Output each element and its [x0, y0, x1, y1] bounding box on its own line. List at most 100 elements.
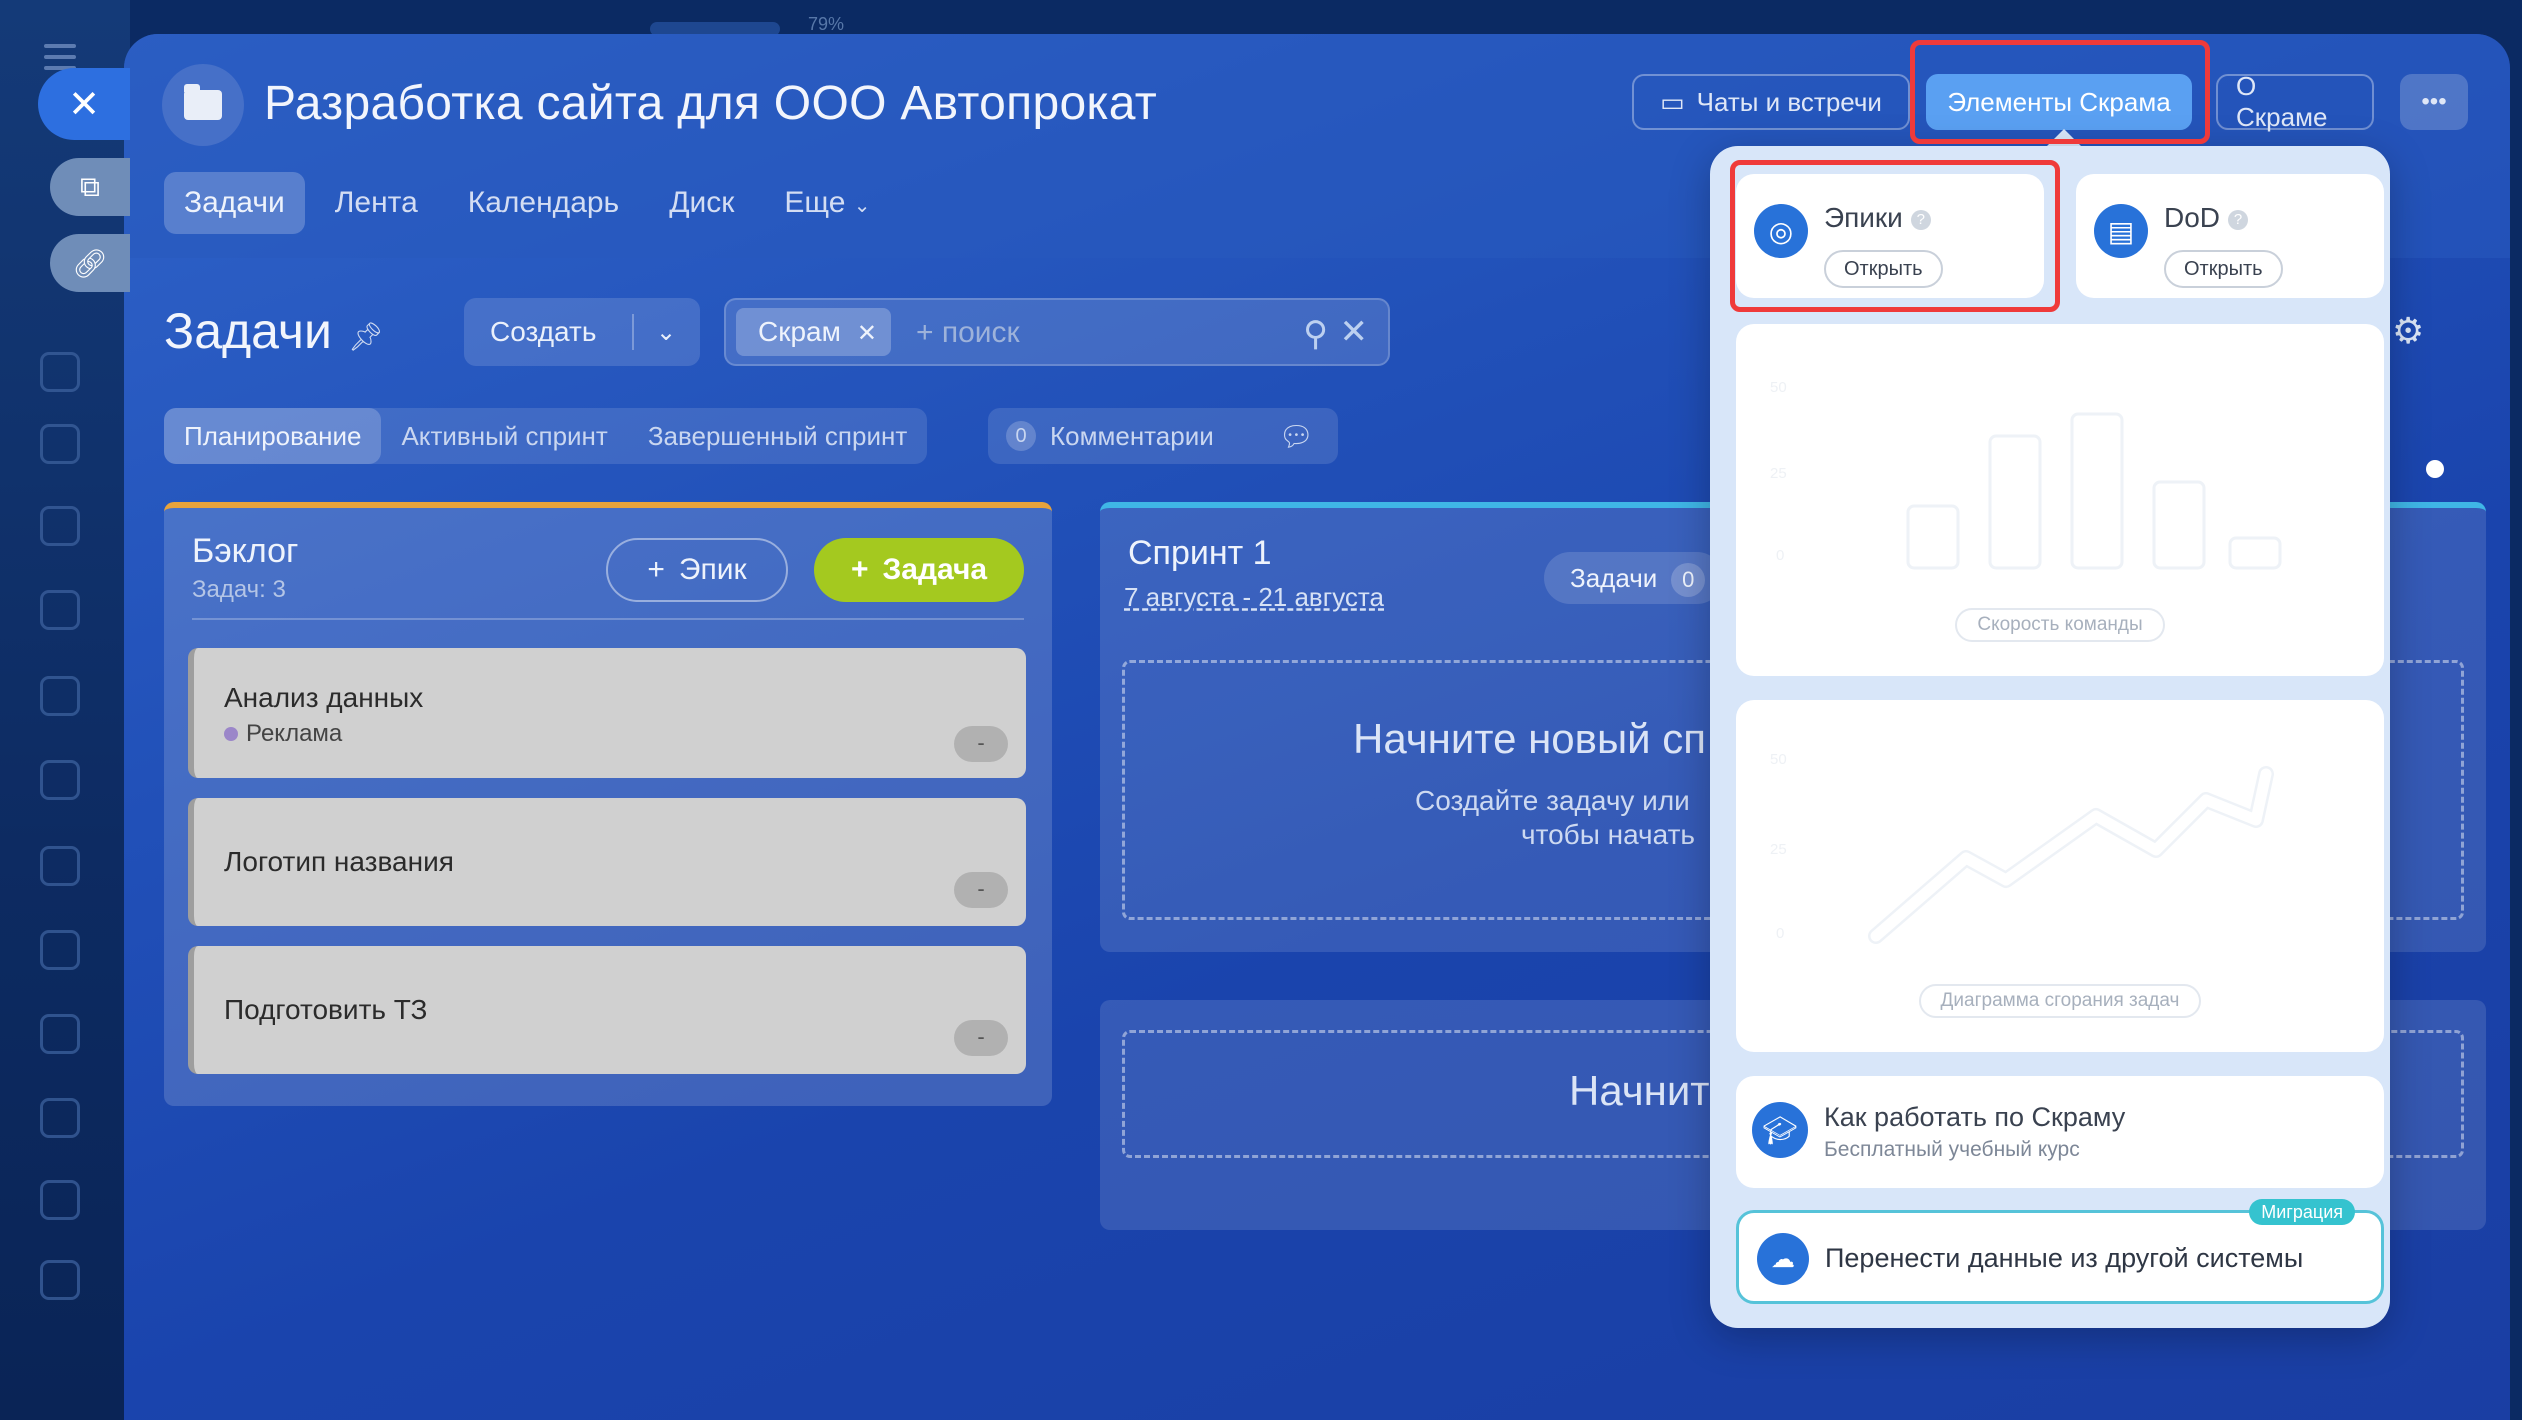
graduation-cap-icon: 🎓︎ [1752, 1102, 1808, 1158]
dod-card[interactable]: ▤ DoD? Открыть [2076, 174, 2384, 298]
chart-bar [2152, 480, 2206, 570]
chart-tick: 0 [1776, 547, 1784, 564]
chats-meetings-button[interactable]: ▭ Чаты и встречи [1632, 74, 1910, 130]
search-icon[interactable]: ⚲ [1303, 314, 1328, 354]
burndown-label: Диаграмма сгорания задач [1736, 984, 2384, 1018]
sprint-tasks-badge: Задачи 0 [1544, 552, 1724, 604]
video-camera-icon: ▭ [1660, 86, 1685, 117]
contacts-icon[interactable] [40, 930, 80, 970]
settings-gear-icon[interactable]: ⚙ [2392, 310, 2424, 352]
task-card[interactable]: Подготовить ТЗ - [188, 946, 1026, 1074]
edit-icon[interactable] [40, 1014, 80, 1054]
remove-filter-icon[interactable]: ✕ [857, 320, 877, 347]
backlog-count: Задач: 3 [192, 576, 286, 603]
open-dod-button[interactable]: Открыть [2164, 250, 2283, 288]
task-card[interactable]: Анализ данных Реклама - [188, 648, 1026, 778]
chart-bar [1988, 434, 2042, 570]
open-in-new-window-button[interactable]: ⧉ [50, 158, 130, 216]
chart-bar [1906, 504, 1960, 570]
task-title: Анализ данных [224, 682, 424, 713]
about-scrum-button[interactable]: О Скраме [2216, 71, 2374, 132]
add-epic-button[interactable]: + Эпик [606, 538, 788, 602]
calendar-icon[interactable] [40, 590, 80, 630]
close-slider-button[interactable]: ✕ [38, 68, 130, 140]
tab-active-sprint[interactable]: Активный спринт [381, 408, 627, 464]
burndown-line [1870, 768, 2272, 942]
chart-tick: 0 [1776, 925, 1784, 942]
task-title: Логотип названия [224, 846, 454, 877]
burndown-card[interactable]: 50 25 0 Диаграмма сгорания задач [1736, 700, 2384, 1052]
nav-icon[interactable] [40, 506, 80, 546]
add-task-button[interactable]: + Задача [814, 538, 1024, 602]
story-points-badge[interactable]: - [954, 726, 1008, 762]
sprint-dates[interactable]: 7 августа - 21 августа [1124, 582, 1384, 613]
external-link-icon: ⧉ [80, 170, 100, 202]
story-points-badge[interactable]: - [954, 872, 1008, 908]
chevron-down-icon[interactable]: ⌄ [634, 318, 676, 347]
chart-tick: 25 [1770, 465, 1787, 482]
create-button[interactable]: Создать ⌄ [464, 298, 700, 366]
task-card[interactable]: Логотип названия - [188, 798, 1026, 926]
story-points-badge[interactable]: - [954, 1020, 1008, 1056]
course-title: Как работать по Скраму [1824, 1102, 2126, 1132]
link-icon: 🔗︎ [72, 247, 108, 279]
tab-more[interactable]: Еще ⌄ [764, 172, 890, 234]
course-subtitle: Бесплатный учебный курс [1824, 1138, 2080, 1161]
chart-tick: 50 [1770, 751, 1787, 768]
backlog-title: Бэклог [192, 532, 299, 570]
migrate-data-card[interactable]: ☁ Перенести данные из другой системы Миг… [1736, 1199, 2384, 1304]
highlight-frame [1730, 160, 2060, 312]
nav-icon[interactable] [40, 760, 80, 800]
chart-tick: 25 [1770, 841, 1787, 858]
tab-feed[interactable]: Лента [315, 172, 438, 234]
copy-link-button[interactable]: 🔗︎ [50, 234, 130, 292]
migrate-title: Перенести данные из другой системы [1825, 1243, 2304, 1273]
section-title: Задачи [164, 303, 332, 359]
folder-icon [184, 84, 222, 120]
plus-icon: + [850, 553, 869, 586]
divider [192, 618, 1024, 620]
highlight-frame [1910, 40, 2210, 144]
more-button[interactable]: ••• [2400, 74, 2468, 130]
sprint-title[interactable]: Спринт 1 [1128, 534, 1272, 573]
backlog-column: Бэклог Задач: 3 + Эпик + Задача Анализ дан… [164, 502, 1052, 1106]
chart-bar [2070, 412, 2124, 570]
search-input[interactable]: Скрам ✕ + поиск ⚲ ✕ [724, 298, 1390, 366]
chart-bar [2228, 536, 2282, 570]
nav-icon[interactable] [40, 424, 80, 464]
migration-tag: Миграция [2249, 1199, 2355, 1225]
comments-count: 0 [1006, 421, 1036, 451]
team-velocity-card[interactable]: 50 25 0 Скорость команды [1736, 324, 2384, 676]
tab-disk[interactable]: Диск [649, 172, 754, 234]
scrum-elements-popup: ◎ Эпики? Открыть ▤ DoD? Открыть 50 25 0 … [1710, 146, 2390, 1328]
nav-icon[interactable] [40, 1260, 80, 1300]
toggle-knob[interactable] [2426, 460, 2444, 478]
chat-bubbles-icon: 💬︎ [1278, 421, 1314, 452]
comments-button[interactable]: 0 Комментарии 💬︎ [988, 408, 1338, 464]
main-tabs: Задачи Лента Календарь Диск Еще ⌄ [164, 172, 891, 234]
task-title: Подготовить ТЗ [224, 994, 428, 1025]
tab-tasks[interactable]: Задачи [164, 172, 305, 234]
search-placeholder: + поиск [916, 316, 1020, 349]
tab-planning[interactable]: Планирование [164, 408, 382, 464]
page-title: Разработка сайта для ООО Автопрокат [264, 77, 1158, 130]
scrum-course-card[interactable]: 🎓︎ Как работать по Скраму Бесплатный уче… [1736, 1076, 2384, 1188]
nav-icon[interactable] [40, 1180, 80, 1220]
book-icon: ▤ [2094, 204, 2148, 258]
zoom-level: 79% [808, 14, 845, 34]
help-icon[interactable]: ? [2228, 210, 2249, 230]
task-tag: Реклама [224, 720, 342, 748]
chevron-down-icon: ⌄ [853, 195, 871, 217]
scrum-view-tabs: Планирование Активный спринт Завершенный… [164, 408, 928, 464]
filter-icon[interactable] [40, 1098, 80, 1138]
pin-icon[interactable]: 📌︎ [348, 320, 384, 353]
clear-search-icon[interactable]: ✕ [1340, 312, 1369, 352]
tab-calendar[interactable]: Календарь [448, 172, 639, 234]
more-dots-icon: ••• [2421, 88, 2447, 115]
mail-icon[interactable] [40, 846, 80, 886]
tab-completed-sprint[interactable]: Завершенный спринт [628, 408, 927, 464]
document-icon[interactable] [40, 676, 80, 716]
nav-icon[interactable] [40, 352, 80, 392]
velocity-label: Скорость команды [1736, 608, 2384, 642]
filter-chip[interactable]: Скрам ✕ [736, 308, 891, 356]
